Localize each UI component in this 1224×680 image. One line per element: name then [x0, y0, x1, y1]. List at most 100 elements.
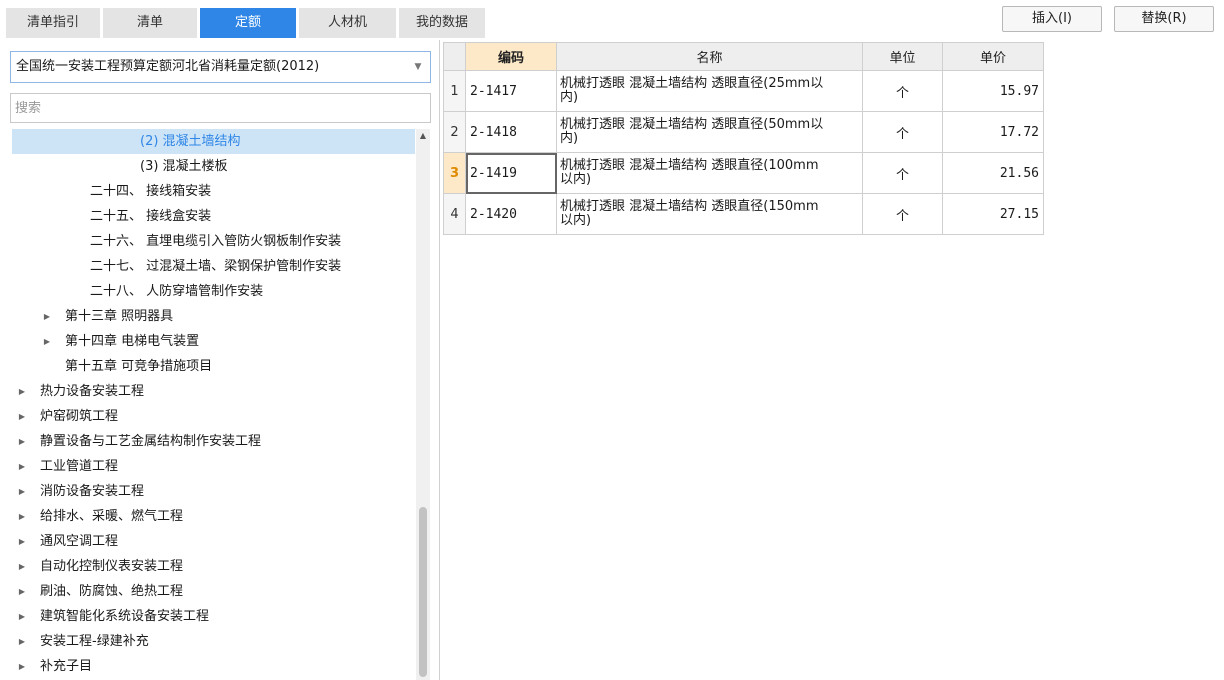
row-number-header [443, 42, 466, 71]
table-row-current[interactable]: 3 2-1419 机械打透眼 混凝土墙结构 透眼直径(100mm 以内) 个 2… [443, 152, 1044, 194]
tab-quota[interactable]: 定额 [200, 8, 296, 38]
cell-name-line: 机械打透眼 混凝土墙结构 透眼直径(25mm以 [560, 76, 824, 91]
cell-name-line: 内) [560, 90, 579, 105]
tree-item[interactable]: ▶ 补充子目 [12, 654, 415, 679]
search-input[interactable] [10, 93, 431, 123]
tree-item[interactable]: 二十七、 过混凝土墙、梁钢保护管制作安装 [12, 254, 415, 279]
tree-item[interactable]: ▶ 热力设备安装工程 [12, 379, 415, 404]
tree-item-label: 通风空调工程 [40, 534, 119, 549]
tree-item[interactable]: ▶ 第十三章 照明器具 [12, 304, 415, 329]
tree-item-label: 炉窑砌筑工程 [40, 409, 119, 424]
expand-arrow-icon[interactable]: ▶ [17, 404, 27, 429]
tree-item[interactable]: 二十八、 人防穿墙管制作安装 [12, 279, 415, 304]
expand-arrow-icon[interactable]: ▶ [42, 329, 52, 354]
column-header-price[interactable]: 单价 [942, 42, 1044, 71]
tree-item[interactable]: ▶ 炉窑砌筑工程 [12, 404, 415, 429]
cell-price[interactable]: 15.97 [942, 70, 1044, 112]
tree-item-label: 静置设备与工艺金属结构制作安装工程 [40, 434, 262, 449]
tab-labor-material-machine[interactable]: 人材机 [299, 8, 396, 38]
table-header-row: 编码 名称 单位 单价 [443, 42, 1044, 71]
tree-item-label: 热力设备安装工程 [40, 384, 145, 399]
tree-item[interactable]: 第十五章 可竞争措施项目 [12, 354, 415, 379]
cell-name-line: 以内) [560, 172, 592, 187]
expand-arrow-icon[interactable]: ▶ [17, 454, 27, 479]
cell-code[interactable]: 2-1418 [465, 111, 557, 153]
expand-arrow-icon[interactable]: ▶ [17, 579, 27, 604]
cell-unit[interactable]: 个 [862, 152, 943, 194]
cell-name[interactable]: 机械打透眼 混凝土墙结构 透眼直径(150mm 以内) [556, 193, 863, 235]
expand-arrow-icon[interactable]: ▶ [17, 479, 27, 504]
cell-unit[interactable]: 个 [862, 70, 943, 112]
column-header-code[interactable]: 编码 [465, 42, 557, 71]
cell-unit[interactable]: 个 [862, 193, 943, 235]
row-number: 4 [443, 193, 466, 235]
cell-unit[interactable]: 个 [862, 111, 943, 153]
cell-name[interactable]: 机械打透眼 混凝土墙结构 透眼直径(100mm 以内) [556, 152, 863, 194]
tree-item-label: 刷油、防腐蚀、绝热工程 [40, 584, 184, 599]
tree-item[interactable]: 二十五、 接线盒安装 [12, 204, 415, 229]
expand-arrow-icon[interactable]: ▶ [17, 629, 27, 654]
tree-item[interactable]: ▶ 给排水、采暖、燃气工程 [12, 504, 415, 529]
expand-arrow-icon[interactable]: ▶ [42, 304, 52, 329]
tree-item-label: 第十四章 电梯电气装置 [65, 334, 200, 349]
row-number: 3 [443, 152, 466, 194]
cell-price[interactable]: 17.72 [942, 111, 1044, 153]
cell-price[interactable]: 27.15 [942, 193, 1044, 235]
tree-item[interactable]: 二十四、 接线箱安装 [12, 179, 415, 204]
cell-code[interactable]: 2-1419 [465, 152, 557, 194]
tab-list[interactable]: 清单 [103, 8, 197, 38]
tree-item-label: 补充子目 [40, 659, 93, 674]
cell-code[interactable]: 2-1417 [465, 70, 557, 112]
column-header-name[interactable]: 名称 [556, 42, 863, 71]
table-row[interactable]: 4 2-1420 机械打透眼 混凝土墙结构 透眼直径(150mm 以内) 个 2… [443, 193, 1044, 235]
top-toolbar: 清单指引 清单 定额 人材机 我的数据 插入(I) 替换(R) [0, 0, 1224, 38]
chevron-down-icon[interactable]: ▼ [412, 52, 424, 82]
tree-item[interactable]: 二十六、 直埋电缆引入管防火钢板制作安装 [12, 229, 415, 254]
tree-item[interactable]: (3) 混凝土楼板 [12, 154, 415, 179]
tab-list-guide[interactable]: 清单指引 [6, 8, 100, 38]
tree-item[interactable]: ▶ 工业管道工程 [12, 454, 415, 479]
tree-item-label: 消防设备安装工程 [40, 484, 145, 499]
expand-arrow-icon[interactable]: ▶ [17, 554, 27, 579]
chapter-tree: (2) 混凝土墙结构 (3) 混凝土楼板 二十四、 接线箱安装 二十五、 接线盒… [12, 129, 415, 680]
scroll-thumb[interactable] [419, 507, 427, 677]
column-header-unit[interactable]: 单位 [862, 42, 943, 71]
tree-item[interactable]: ▶ 自动化控制仪表安装工程 [12, 554, 415, 579]
tab-my-data[interactable]: 我的数据 [399, 8, 485, 38]
tree-item[interactable]: ▶ 静置设备与工艺金属结构制作安装工程 [12, 429, 415, 454]
table-row[interactable]: 2 2-1418 机械打透眼 混凝土墙结构 透眼直径(50mm以 内) 个 17… [443, 111, 1044, 153]
replace-button[interactable]: 替换(R) [1114, 6, 1214, 32]
row-number: 1 [443, 70, 466, 112]
quota-library-select[interactable]: 全国统一安装工程预算定额河北省消耗量定额(2012) ▼ [10, 51, 431, 83]
expand-arrow-icon[interactable]: ▶ [17, 379, 27, 404]
tree-item[interactable]: ▶ 消防设备安装工程 [12, 479, 415, 504]
scroll-up-arrow-icon[interactable]: ▲ [416, 129, 430, 143]
expand-arrow-icon[interactable]: ▶ [17, 604, 27, 629]
expand-arrow-icon[interactable]: ▶ [17, 529, 27, 554]
cell-name-line: 机械打透眼 混凝土墙结构 透眼直径(150mm [560, 199, 819, 214]
tree-item[interactable]: ▶ 第十四章 电梯电气装置 [12, 329, 415, 354]
tree-item[interactable]: ▶ 刷油、防腐蚀、绝热工程 [12, 579, 415, 604]
tree-item-label: 二十七、 过混凝土墙、梁钢保护管制作安装 [90, 259, 342, 274]
tree-item[interactable]: ▶ 安装工程-绿建补充 [12, 629, 415, 654]
tab-bar: 清单指引 清单 定额 人材机 我的数据 [6, 8, 488, 38]
tree-item[interactable]: ▶ 建筑智能化系统设备安装工程 [12, 604, 415, 629]
tree-item-label: 建筑智能化系统设备安装工程 [40, 609, 210, 624]
cell-name[interactable]: 机械打透眼 混凝土墙结构 透眼直径(25mm以 内) [556, 70, 863, 112]
tree-scrollbar[interactable]: ▲ [416, 129, 430, 680]
expand-arrow-icon[interactable]: ▶ [17, 429, 27, 454]
tree-item[interactable]: (2) 混凝土墙结构 [12, 129, 415, 154]
expand-arrow-icon[interactable]: ▶ [17, 654, 27, 679]
tree-item-label: 工业管道工程 [40, 459, 119, 474]
tree-item-label: 给排水、采暖、燃气工程 [40, 509, 184, 524]
expand-arrow-icon[interactable]: ▶ [17, 504, 27, 529]
tree-item[interactable]: ▶ 通风空调工程 [12, 529, 415, 554]
cell-name-line: 机械打透眼 混凝土墙结构 透眼直径(50mm以 [560, 117, 824, 132]
cell-code[interactable]: 2-1420 [465, 193, 557, 235]
cell-price[interactable]: 21.56 [942, 152, 1044, 194]
table-row[interactable]: 1 2-1417 机械打透眼 混凝土墙结构 透眼直径(25mm以 内) 个 15… [443, 70, 1044, 112]
cell-name[interactable]: 机械打透眼 混凝土墙结构 透眼直径(50mm以 内) [556, 111, 863, 153]
tree-item-label: 第十三章 照明器具 [65, 309, 174, 324]
insert-button[interactable]: 插入(I) [1002, 6, 1102, 32]
tree-item-label: (3) 混凝土楼板 [140, 159, 228, 174]
